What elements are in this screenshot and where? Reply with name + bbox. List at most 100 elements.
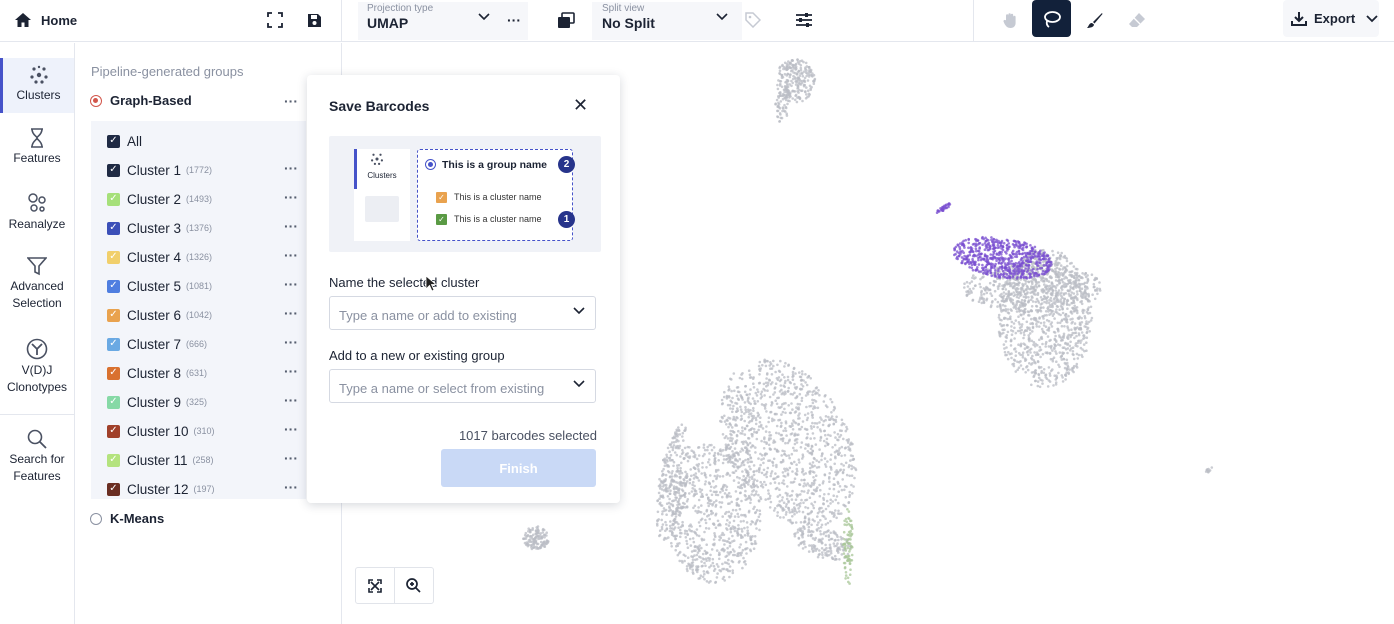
- radio-unselected[interactable]: [90, 512, 102, 525]
- cluster-count: (197): [193, 484, 215, 494]
- save-icon[interactable]: [302, 9, 326, 31]
- brush-icon[interactable]: [1082, 9, 1106, 31]
- cluster-row[interactable]: ✓ Cluster 2 (1493): [107, 188, 307, 210]
- nav-features-label: Features: [13, 151, 61, 165]
- split-view-select[interactable]: Split view No Split: [592, 2, 742, 40]
- radio-selected[interactable]: [90, 94, 102, 107]
- illus-group-name: This is a group name: [442, 159, 548, 171]
- checkbox-icon[interactable]: ✓: [107, 395, 120, 409]
- cluster-all-label: All: [127, 133, 143, 149]
- cluster-count: (666): [186, 339, 208, 349]
- cluster-row[interactable]: ✓ Cluster 8 (631): [107, 362, 307, 384]
- panel-heading: Pipeline-generated groups: [91, 64, 244, 79]
- cluster-all-row[interactable]: ✓ All: [107, 130, 307, 152]
- group-k-means[interactable]: K-Means: [90, 511, 164, 526]
- selected-points: [935, 202, 952, 214]
- zoom-in-icon: [406, 578, 421, 593]
- illus-nav-label: Clusters: [367, 171, 397, 180]
- fit-view-icon: [367, 578, 382, 593]
- selected-points: [953, 235, 1053, 280]
- reanalyze-icon: [0, 192, 74, 214]
- clusters-icon: [369, 152, 385, 171]
- layers-icon[interactable]: [554, 9, 578, 31]
- clusters-panel: Pipeline-generated groups Graph-Based ··…: [76, 43, 342, 624]
- checkbox-icon[interactable]: ✓: [107, 134, 120, 148]
- checkbox-icon[interactable]: ✓: [107, 482, 120, 496]
- help-illustration: Clusters This is a group name 2 ✓ This i…: [329, 136, 601, 252]
- chevron-down-icon: [716, 13, 728, 21]
- finish-button[interactable]: Finish: [441, 449, 596, 487]
- lasso-icon: [1043, 10, 1061, 28]
- cluster-row[interactable]: ✓ Cluster 5 (1081): [107, 275, 307, 297]
- export-button[interactable]: Export: [1283, 0, 1379, 37]
- cluster-row[interactable]: ✓ Cluster 6 (1042): [107, 304, 307, 326]
- sliders-icon[interactable]: [792, 9, 816, 31]
- group-k-means-label: K-Means: [110, 511, 165, 526]
- nav-vdj-clonotypes[interactable]: V(D)J Clonotypes: [0, 338, 74, 396]
- checkbox-icon[interactable]: ✓: [107, 192, 120, 206]
- zoom-in-button[interactable]: [395, 568, 434, 603]
- fullscreen-icon[interactable]: [263, 9, 287, 31]
- cluster-name: Cluster 8: [127, 365, 182, 381]
- home-label: Home: [41, 12, 78, 28]
- nav-advanced-selection[interactable]: Advanced Selection: [0, 256, 74, 312]
- checkbox-icon[interactable]: ✓: [107, 221, 120, 235]
- checkbox-icon[interactable]: ✓: [107, 453, 120, 467]
- cluster-row[interactable]: ✓ Cluster 3 (1376): [107, 217, 307, 239]
- dialog-title: Save Barcodes: [329, 98, 430, 114]
- cluster-name-input[interactable]: Type a name or add to existing: [329, 296, 596, 330]
- cluster-row[interactable]: ✓ Cluster 11 (258): [107, 449, 307, 471]
- checkbox-icon[interactable]: ✓: [107, 163, 120, 177]
- left-nav: Clusters Features Reanalyze Advanced Sel…: [0, 43, 75, 624]
- checkbox-icon: ✓: [436, 214, 447, 225]
- group-more-icon[interactable]: ···: [284, 93, 298, 109]
- zoom-controls: [355, 567, 434, 604]
- barcodes-selected-count: 1017 barcodes selected: [458, 428, 597, 443]
- nav-search-features[interactable]: Search for Features: [0, 429, 74, 485]
- chevron-down-icon: [573, 380, 585, 388]
- cluster-row[interactable]: ✓ Cluster 4 (1326): [107, 246, 307, 268]
- cluster-count: (325): [186, 397, 208, 407]
- checkbox-icon[interactable]: ✓: [107, 250, 120, 264]
- group-name-input[interactable]: Type a name or select from existing: [329, 369, 596, 403]
- cluster-count: (1081): [186, 281, 213, 291]
- tag-icon[interactable]: [741, 9, 765, 31]
- checkbox-icon[interactable]: ✓: [107, 366, 120, 380]
- nav-clusters[interactable]: Clusters: [0, 58, 74, 113]
- fit-view-button[interactable]: [356, 568, 395, 603]
- cluster-row[interactable]: ✓ Cluster 9 (325): [107, 391, 307, 413]
- nav-reanalyze[interactable]: Reanalyze: [0, 192, 74, 233]
- cluster-row[interactable]: ✓ Cluster 12 (197): [107, 478, 307, 500]
- close-icon[interactable]: ✕: [573, 95, 588, 116]
- cluster-name: Cluster 12: [127, 481, 189, 497]
- checkbox-icon[interactable]: ✓: [107, 424, 120, 438]
- cluster-name: Cluster 9: [127, 394, 182, 410]
- cluster-row[interactable]: ✓ Cluster 7 (666): [107, 333, 307, 355]
- cluster-count: (1042): [186, 310, 213, 320]
- home-button[interactable]: Home: [14, 9, 77, 31]
- download-icon: [1291, 12, 1307, 26]
- cluster-name: Cluster 10: [127, 423, 189, 439]
- point-cluster: [776, 58, 817, 104]
- checkbox-icon[interactable]: ✓: [107, 308, 120, 322]
- cluster-row[interactable]: ✓ Cluster 1 (1772): [107, 159, 307, 181]
- pan-hand-icon[interactable]: [998, 9, 1022, 31]
- more-options-icon[interactable]: ···: [507, 12, 521, 28]
- group-graph-based[interactable]: Graph-Based: [90, 93, 192, 108]
- point-cluster: [522, 525, 550, 551]
- checkbox-icon[interactable]: ✓: [107, 279, 120, 293]
- nav-advanced-label-1: Advanced: [10, 279, 64, 293]
- lasso-tool-button[interactable]: [1032, 0, 1071, 37]
- cluster-row[interactable]: ✓ Cluster 10 (310): [107, 420, 307, 442]
- cursor-icon: [425, 275, 437, 292]
- point-cluster: [1204, 466, 1214, 474]
- cluster-name: Cluster 2: [127, 191, 182, 207]
- group-graph-based-label: Graph-Based: [110, 93, 192, 108]
- projection-type-select[interactable]: Projection type UMAP ···: [358, 2, 528, 40]
- nav-reanalyze-label: Reanalyze: [8, 217, 66, 231]
- eraser-icon[interactable]: [1125, 9, 1149, 31]
- checkbox-icon[interactable]: ✓: [107, 337, 120, 351]
- cluster-count: (1493): [186, 194, 213, 204]
- nav-features[interactable]: Features: [0, 128, 74, 167]
- chevron-down-icon: [1366, 14, 1378, 22]
